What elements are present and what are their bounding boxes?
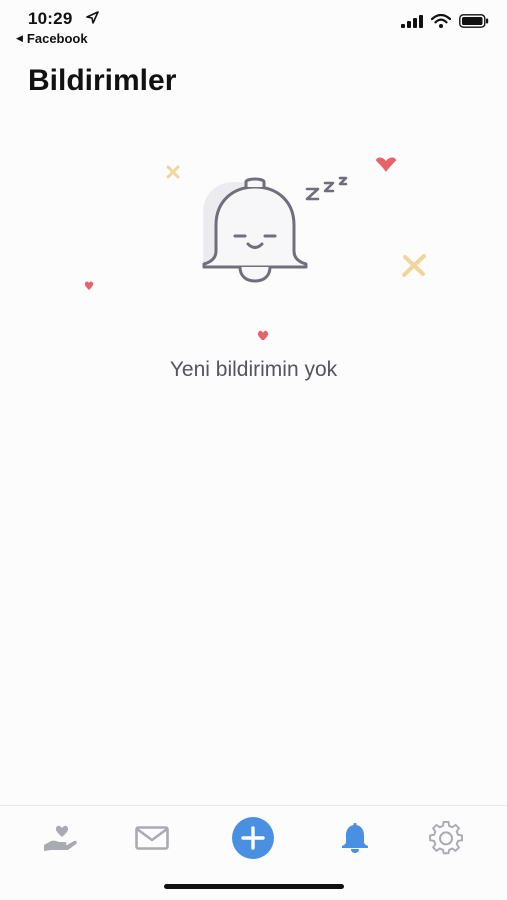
mail-icon (135, 826, 169, 850)
status-time: 10:29 (28, 9, 73, 28)
tab-settings[interactable] (424, 816, 468, 860)
signal-icon (401, 14, 423, 28)
sparkle-icon (402, 254, 426, 277)
tab-add[interactable] (231, 816, 275, 860)
snore-icon (305, 176, 348, 201)
location-arrow-icon (86, 11, 99, 24)
back-app-label: Facebook (26, 31, 88, 46)
heart-icon (375, 157, 397, 172)
sparkle-icon (166, 165, 180, 179)
system-icons (401, 14, 489, 28)
battery-icon (459, 14, 489, 28)
back-triangle-icon: ◀ (16, 33, 23, 43)
back-to-app-link[interactable]: ◀ Facebook (16, 31, 88, 46)
bell-icon (342, 823, 368, 853)
add-icon (232, 817, 274, 859)
status-bar: 10:29 ◀ Facebook (0, 0, 507, 50)
home-indicator (164, 884, 344, 889)
tab-messages[interactable] (130, 816, 174, 860)
tab-bar (0, 805, 507, 866)
wifi-icon (431, 14, 451, 28)
gear-icon (429, 820, 463, 855)
sleeping-bell-icon (84, 157, 426, 340)
tab-donations[interactable] (38, 816, 82, 860)
tab-notifications[interactable] (333, 816, 377, 860)
heart-icon (84, 281, 94, 290)
empty-state-message: Yeni bildirimin yok (169, 358, 338, 381)
page-title: Bildirimler (28, 64, 177, 97)
heart-icon (257, 330, 269, 340)
heart-hand-icon (44, 825, 77, 851)
